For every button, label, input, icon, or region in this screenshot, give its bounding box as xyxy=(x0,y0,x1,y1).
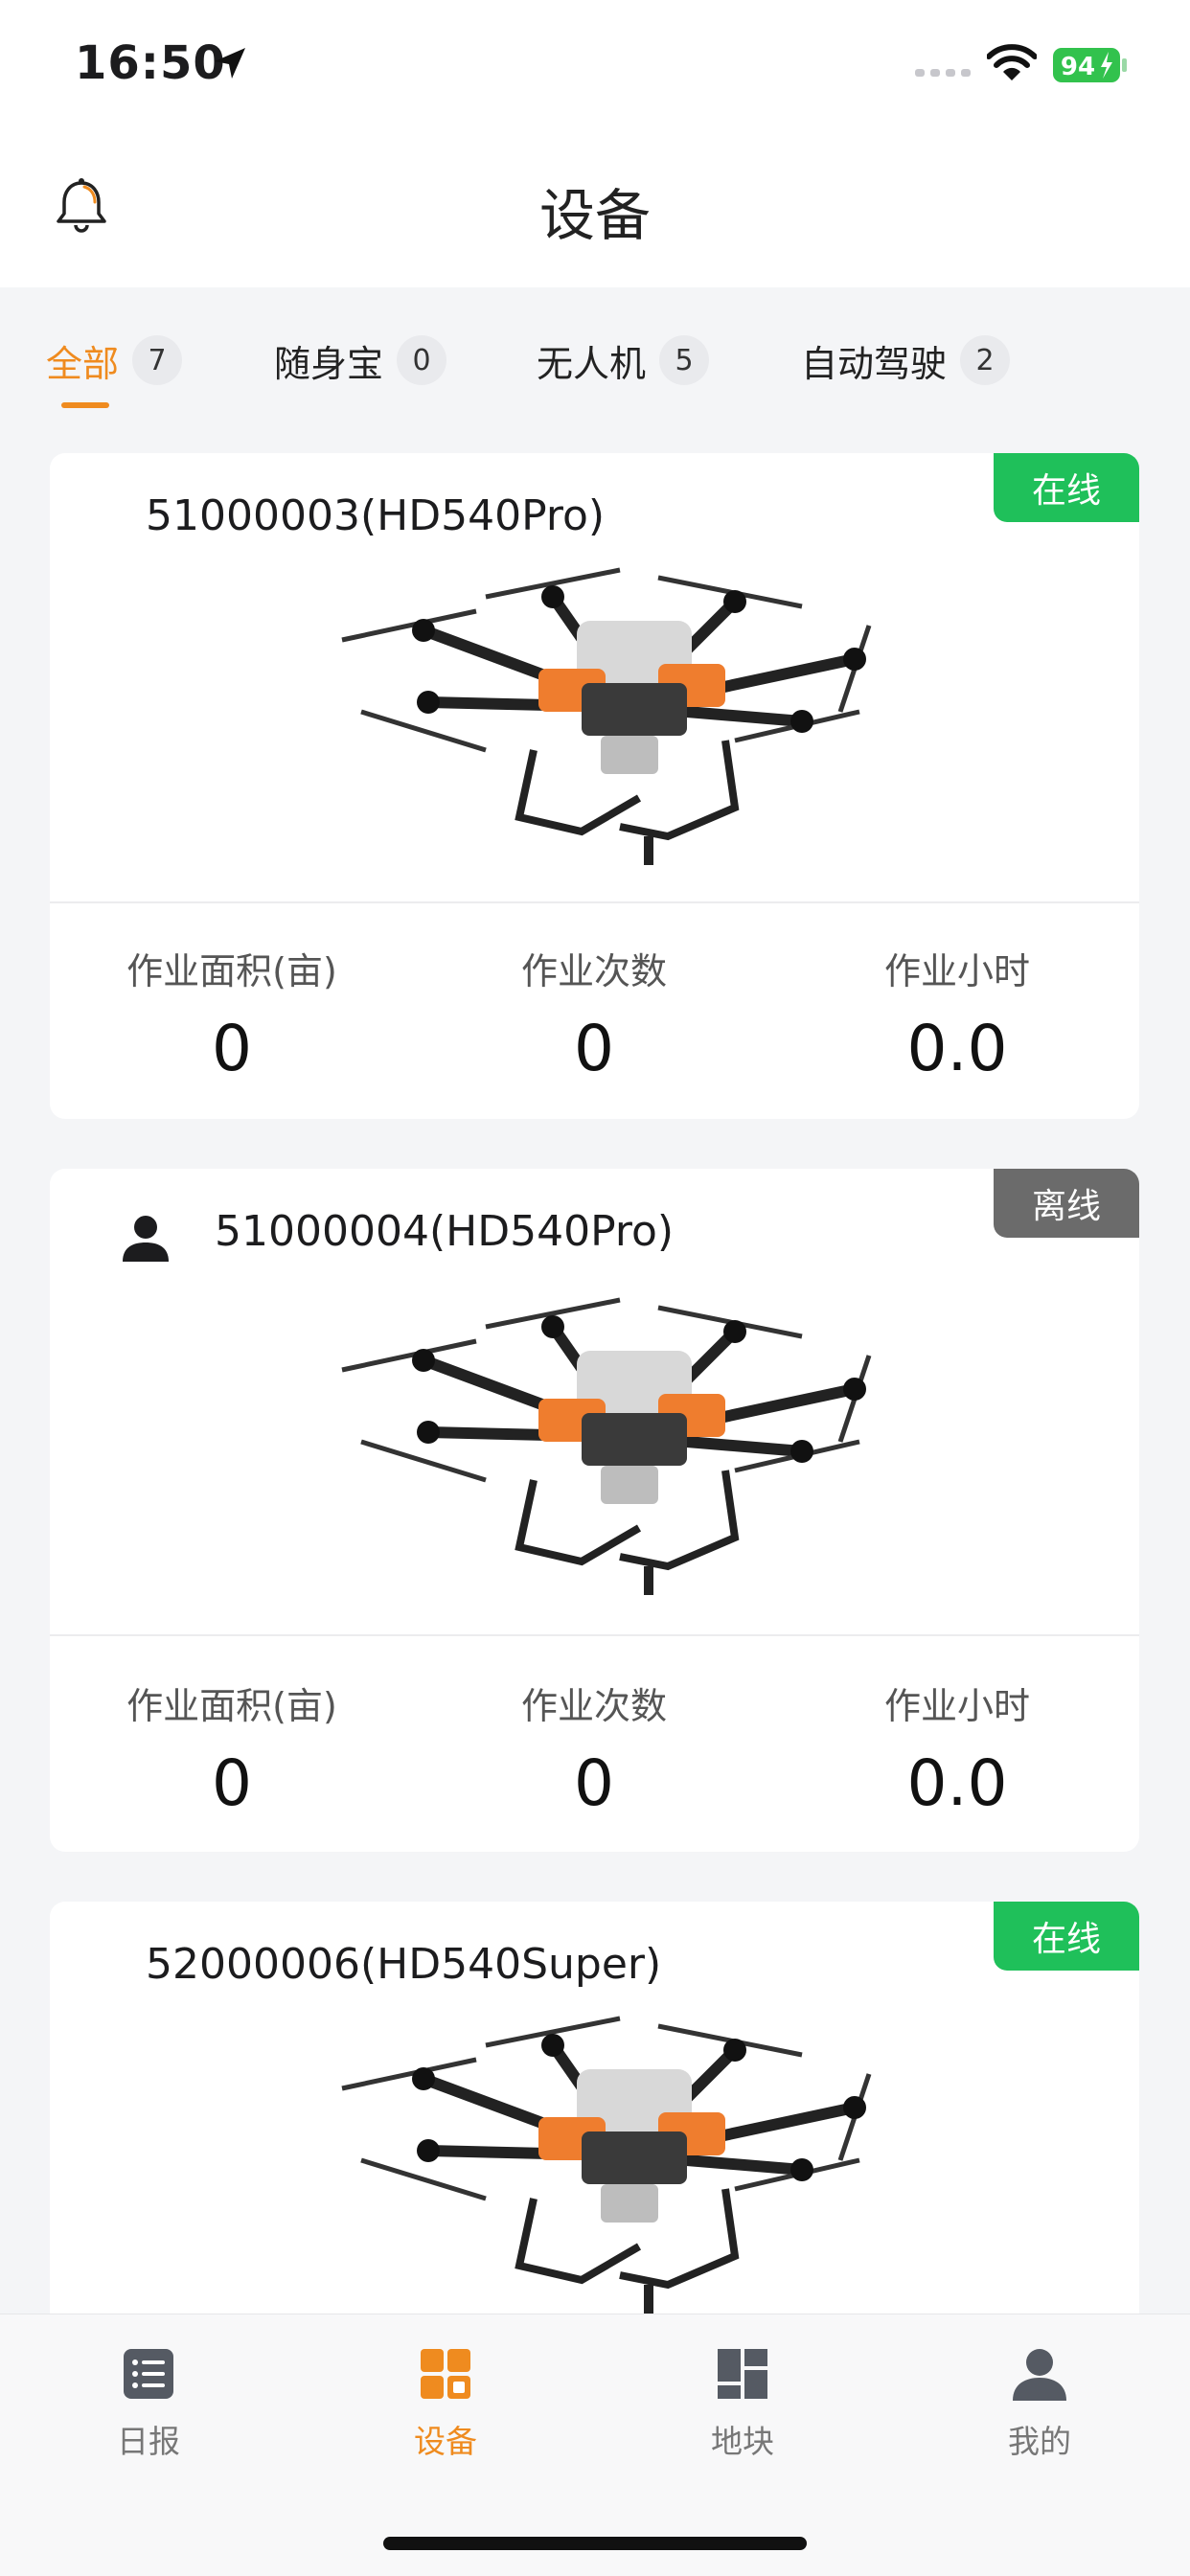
location-arrow-icon xyxy=(215,48,245,79)
nav-label: 日报 xyxy=(117,2423,180,2460)
drone-image xyxy=(313,559,907,875)
tab-count-badge: 7 xyxy=(132,335,183,385)
stat-label: 作业小时 xyxy=(883,1685,1030,1727)
status-time: 16:50 xyxy=(75,36,226,90)
battery-icon: 94 xyxy=(1053,48,1127,82)
stat-work-area: 作业面积(亩) 0 xyxy=(88,1676,376,1820)
card-divider xyxy=(50,901,1139,903)
battery-level: 94 xyxy=(1061,53,1095,81)
wifi-icon xyxy=(987,44,1037,80)
nav-profile[interactable]: 我的 xyxy=(944,2343,1135,2462)
home-indicator xyxy=(383,2537,807,2550)
nav-label: 地块 xyxy=(711,2423,774,2460)
tab-companion[interactable]: 随身宝 0 xyxy=(274,331,447,389)
tab-label: 自动驾驶 xyxy=(801,342,948,385)
tab-label: 无人机 xyxy=(537,342,647,385)
page-title: 设备 xyxy=(538,183,651,248)
cellular-signal-icon xyxy=(915,69,971,77)
nav-field[interactable]: 地块 xyxy=(647,2343,838,2462)
status-badge-offline: 离线 xyxy=(994,1169,1139,1238)
nav-label: 我的 xyxy=(1008,2423,1071,2460)
drone-image xyxy=(313,2007,907,2323)
device-grid-icon xyxy=(421,2349,470,2399)
tab-label: 随身宝 xyxy=(274,342,384,385)
stat-label: 作业面积(亩) xyxy=(126,1685,337,1727)
tab-autopilot[interactable]: 自动驾驶 2 xyxy=(801,331,1011,389)
tab-count-badge: 5 xyxy=(659,335,710,385)
stat-value: 0 xyxy=(212,1746,252,1820)
status-badge-online: 在线 xyxy=(994,453,1139,522)
stat-label: 作业面积(亩) xyxy=(126,950,337,992)
field-block-icon xyxy=(718,2349,767,2399)
tab-drone[interactable]: 无人机 5 xyxy=(537,331,710,389)
device-name: 51000004(HD540Pro) xyxy=(215,1207,675,1256)
stat-work-hours: 作业小时 0.0 xyxy=(813,942,1101,1085)
stat-work-count: 作业次数 0 xyxy=(450,942,738,1085)
stat-label: 作业小时 xyxy=(883,950,1030,992)
stat-label: 作业次数 xyxy=(520,950,667,992)
profile-icon xyxy=(1013,2349,1066,2401)
stat-value: 0 xyxy=(574,1012,614,1085)
stat-value: 0.0 xyxy=(906,1012,1008,1085)
drone-image xyxy=(313,1288,907,1605)
tab-label: 全部 xyxy=(46,342,120,385)
stat-value: 0.0 xyxy=(906,1746,1008,1820)
status-badge-online: 在线 xyxy=(994,1902,1139,1971)
tab-count-badge: 0 xyxy=(397,335,447,385)
stat-work-hours: 作业小时 0.0 xyxy=(813,1676,1101,1820)
stat-label: 作业次数 xyxy=(520,1685,667,1727)
nav-device[interactable]: 设备 xyxy=(350,2343,541,2462)
active-tab-indicator xyxy=(61,402,109,408)
device-card[interactable]: 在线 52000006(HD540Super) xyxy=(50,1902,1139,2342)
stat-value: 0 xyxy=(212,1012,252,1085)
stat-value: 0 xyxy=(574,1746,614,1820)
card-divider xyxy=(50,1634,1139,1636)
tab-count-badge: 2 xyxy=(960,335,1011,385)
device-card[interactable]: 在线 51000003(HD540Pro) 作业面积(亩) 0 作业次数 0 作… xyxy=(50,453,1139,1119)
tab-all[interactable]: 全部 7 xyxy=(46,331,183,389)
device-name: 51000003(HD540Pro) xyxy=(146,491,606,540)
list-icon xyxy=(124,2349,173,2399)
device-name: 52000006(HD540Super) xyxy=(146,1940,662,1989)
nav-label: 设备 xyxy=(414,2423,477,2460)
stat-work-area: 作业面积(亩) 0 xyxy=(88,942,376,1085)
stat-work-count: 作业次数 0 xyxy=(450,1676,738,1820)
person-icon xyxy=(123,1216,169,1262)
nav-daily-report[interactable]: 日报 xyxy=(53,2343,244,2462)
device-card[interactable]: 离线 51000004(HD540Pro) 作业面积(亩) 0 作业次数 0 作… xyxy=(50,1169,1139,1852)
